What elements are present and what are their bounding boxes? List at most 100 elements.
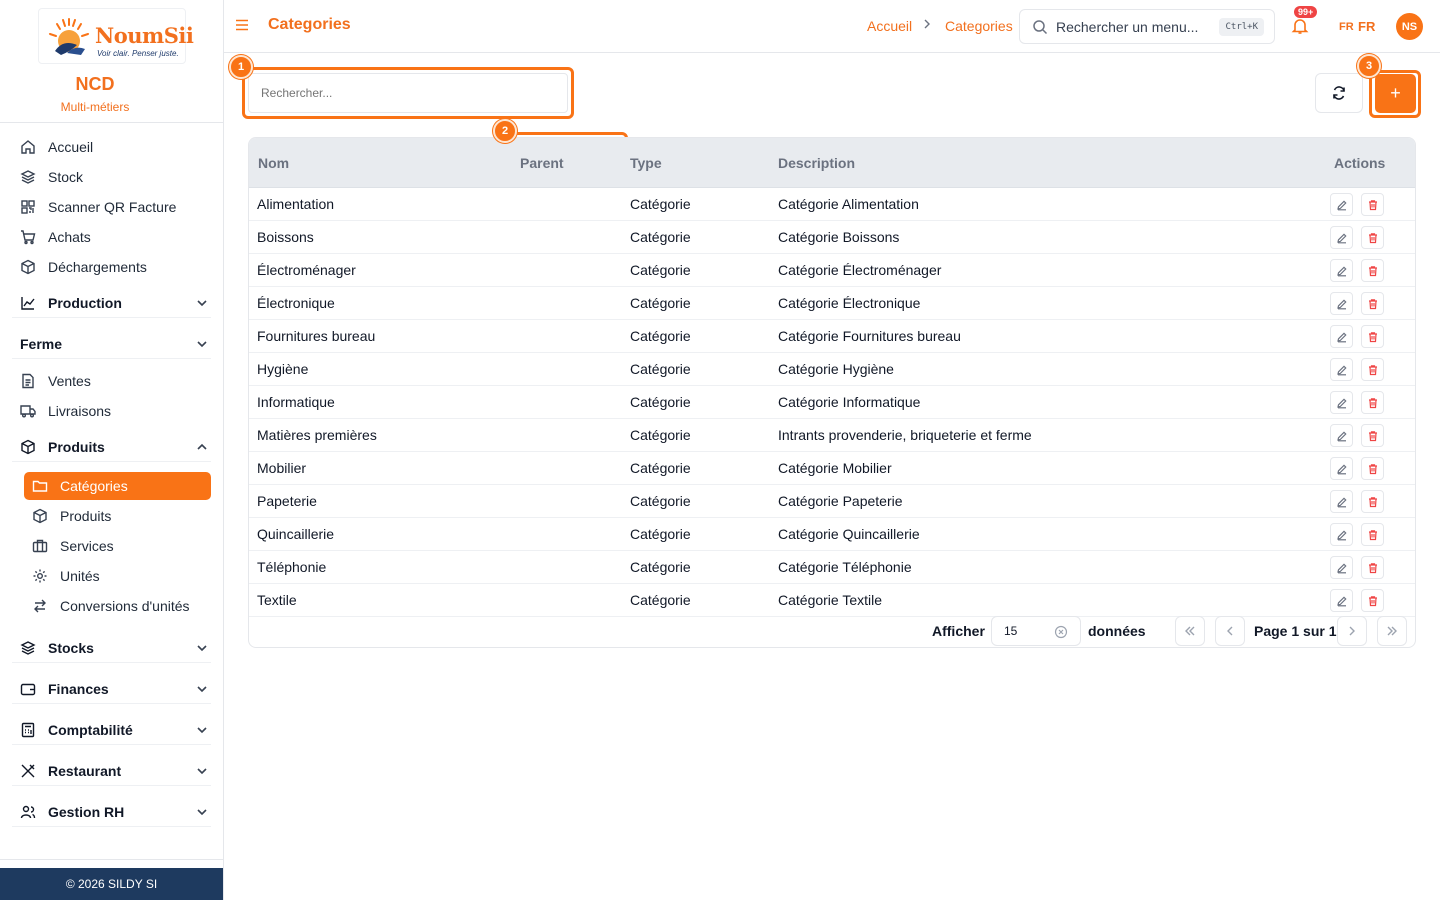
sidebar-group-production[interactable]: Production xyxy=(12,288,211,318)
sidebar-item-produits[interactable]: Produits xyxy=(32,505,111,527)
step-marker-1: 1 xyxy=(229,55,253,79)
sidebar-item-stock[interactable]: Stock xyxy=(20,166,83,188)
edit-button[interactable] xyxy=(1330,457,1353,480)
language-switch[interactable]: FR xyxy=(1358,19,1375,34)
step-marker-3: 3 xyxy=(1357,54,1381,78)
delete-button[interactable] xyxy=(1361,490,1384,513)
cell-description: Catégorie Mobilier xyxy=(778,460,892,476)
edit-button[interactable] xyxy=(1330,259,1353,282)
edit-button[interactable] xyxy=(1330,589,1353,612)
table-row[interactable]: Informatique Catégorie Catégorie Informati… xyxy=(249,386,1415,419)
edit-button[interactable] xyxy=(1330,424,1353,447)
table-row[interactable]: Électronique Catégorie Catégorie Électroni… xyxy=(249,287,1415,320)
delete-button[interactable] xyxy=(1361,358,1384,381)
edit-button[interactable] xyxy=(1330,325,1353,348)
edit-button[interactable] xyxy=(1330,358,1353,381)
sidebar-item-label: Scanner QR Facture xyxy=(48,199,177,215)
sidebar-item-dechargements[interactable]: Déchargements xyxy=(20,256,147,278)
pencil-icon xyxy=(1336,496,1348,508)
delete-button[interactable] xyxy=(1361,556,1384,579)
delete-button[interactable] xyxy=(1361,523,1384,546)
logo[interactable]: NoumSii Voir clair. Penser juste. xyxy=(38,8,194,64)
prev-page-button[interactable] xyxy=(1215,616,1245,646)
language-flag[interactable]: FR xyxy=(1339,21,1354,33)
page-size-select[interactable]: 15 xyxy=(991,616,1081,646)
cell-nom: Boissons xyxy=(257,229,314,245)
delete-button[interactable] xyxy=(1361,457,1384,480)
sidebar-item-conversions[interactable]: Conversions d'unités xyxy=(32,595,190,617)
cell-description: Catégorie Papeterie xyxy=(778,493,903,509)
sidebar-item-livraisons[interactable]: Livraisons xyxy=(20,400,111,422)
sidebar-item-unites[interactable]: Unités xyxy=(32,565,100,587)
delete-button[interactable] xyxy=(1361,259,1384,282)
trash-icon xyxy=(1367,199,1379,211)
table-row[interactable]: Quincaillerie Catégorie Catégorie Quincail… xyxy=(249,518,1415,551)
table-row[interactable]: Hygiène Catégorie Catégorie Hygiène xyxy=(249,353,1415,386)
add-category-button[interactable]: + xyxy=(1375,74,1416,113)
clear-icon[interactable] xyxy=(1054,625,1068,639)
search-input[interactable] xyxy=(248,73,568,113)
table-row[interactable]: Fournitures bureau Catégorie Catégorie Fou… xyxy=(249,320,1415,353)
delete-button[interactable] xyxy=(1361,325,1384,348)
avatar[interactable]: NS xyxy=(1396,13,1423,40)
next-page-button[interactable] xyxy=(1337,616,1367,646)
edit-button[interactable] xyxy=(1330,193,1353,216)
delete-button[interactable] xyxy=(1361,589,1384,612)
sidebar-group-produits[interactable]: Produits xyxy=(12,432,211,462)
table-row[interactable]: Textile Catégorie Catégorie Textile xyxy=(249,584,1415,617)
delete-button[interactable] xyxy=(1361,193,1384,216)
trash-icon xyxy=(1367,298,1379,310)
edit-button[interactable] xyxy=(1330,292,1353,315)
edit-button[interactable] xyxy=(1330,226,1353,249)
table-row[interactable]: Électroménager Catégorie Catégorie Électro… xyxy=(249,254,1415,287)
column-header-parent[interactable]: Parent xyxy=(520,155,564,171)
table-row[interactable]: Papeterie Catégorie Catégorie Papeterie xyxy=(249,485,1415,518)
sidebar-group-label: Stocks xyxy=(48,639,94,656)
sidebar-group-stocks[interactable]: Stocks xyxy=(12,633,211,663)
brand-block: NoumSii Voir clair. Penser juste. NCD Mu… xyxy=(0,0,223,123)
cell-type: Catégorie xyxy=(630,526,691,542)
company-name: NCD xyxy=(75,74,115,94)
table-row[interactable]: Matières premières Catégorie Intrants prov… xyxy=(249,419,1415,452)
menu-icon[interactable] xyxy=(234,17,250,33)
table-row[interactable]: Boissons Catégorie Catégorie Boissons xyxy=(249,221,1415,254)
sidebar-group-comptabilite[interactable]: Comptabilité xyxy=(12,715,211,745)
column-header-nom[interactable]: Nom xyxy=(258,155,289,171)
sidebar-item-categories[interactable]: Catégories xyxy=(24,472,211,500)
last-page-button[interactable] xyxy=(1377,616,1407,646)
cell-type: Catégorie xyxy=(630,592,691,608)
column-header-description[interactable]: Description xyxy=(778,155,855,171)
cell-description: Catégorie Boissons xyxy=(778,229,900,245)
breadcrumb-current[interactable]: Categories xyxy=(945,18,1013,34)
table-row[interactable]: Alimentation Catégorie Catégorie Alimentat… xyxy=(249,188,1415,221)
sidebar-group-ferme[interactable]: Ferme xyxy=(12,329,211,359)
sidebar-item-ventes[interactable]: Ventes xyxy=(20,370,91,392)
sidebar-group-restaurant[interactable]: Restaurant xyxy=(12,756,211,786)
column-header-type[interactable]: Type xyxy=(630,155,662,171)
table-row[interactable]: Mobilier Catégorie Catégorie Mobilier xyxy=(249,452,1415,485)
sidebar-item-scanner[interactable]: Scanner QR Facture xyxy=(20,196,176,218)
edit-button[interactable] xyxy=(1330,490,1353,513)
menu-search-input[interactable]: Rechercher un menu... Ctrl+K xyxy=(1019,9,1275,44)
sidebar-group-gestion-rh[interactable]: Gestion RH xyxy=(12,797,211,827)
bell-icon[interactable] xyxy=(1291,17,1309,35)
edit-button[interactable] xyxy=(1330,523,1353,546)
refresh-button[interactable] xyxy=(1315,73,1363,113)
delete-button[interactable] xyxy=(1361,292,1384,315)
delete-button[interactable] xyxy=(1361,226,1384,249)
pencil-icon xyxy=(1336,298,1348,310)
sidebar-item-accueil[interactable]: Accueil xyxy=(20,136,93,158)
breadcrumb-home[interactable]: Accueil xyxy=(867,18,912,34)
gear-icon xyxy=(32,568,48,584)
first-page-button[interactable] xyxy=(1175,616,1205,646)
edit-button[interactable] xyxy=(1330,556,1353,579)
delete-button[interactable] xyxy=(1361,391,1384,414)
sidebar-item-achats[interactable]: Achats xyxy=(20,226,91,248)
cell-description: Catégorie Fournitures bureau xyxy=(778,328,961,344)
sidebar-group-finances[interactable]: Finances xyxy=(12,674,211,704)
delete-button[interactable] xyxy=(1361,424,1384,447)
table-row[interactable]: Téléphonie Catégorie Catégorie Téléphonie xyxy=(249,551,1415,584)
edit-button[interactable] xyxy=(1330,391,1353,414)
sidebar-item-services[interactable]: Services xyxy=(32,535,114,557)
pencil-icon xyxy=(1336,463,1348,475)
